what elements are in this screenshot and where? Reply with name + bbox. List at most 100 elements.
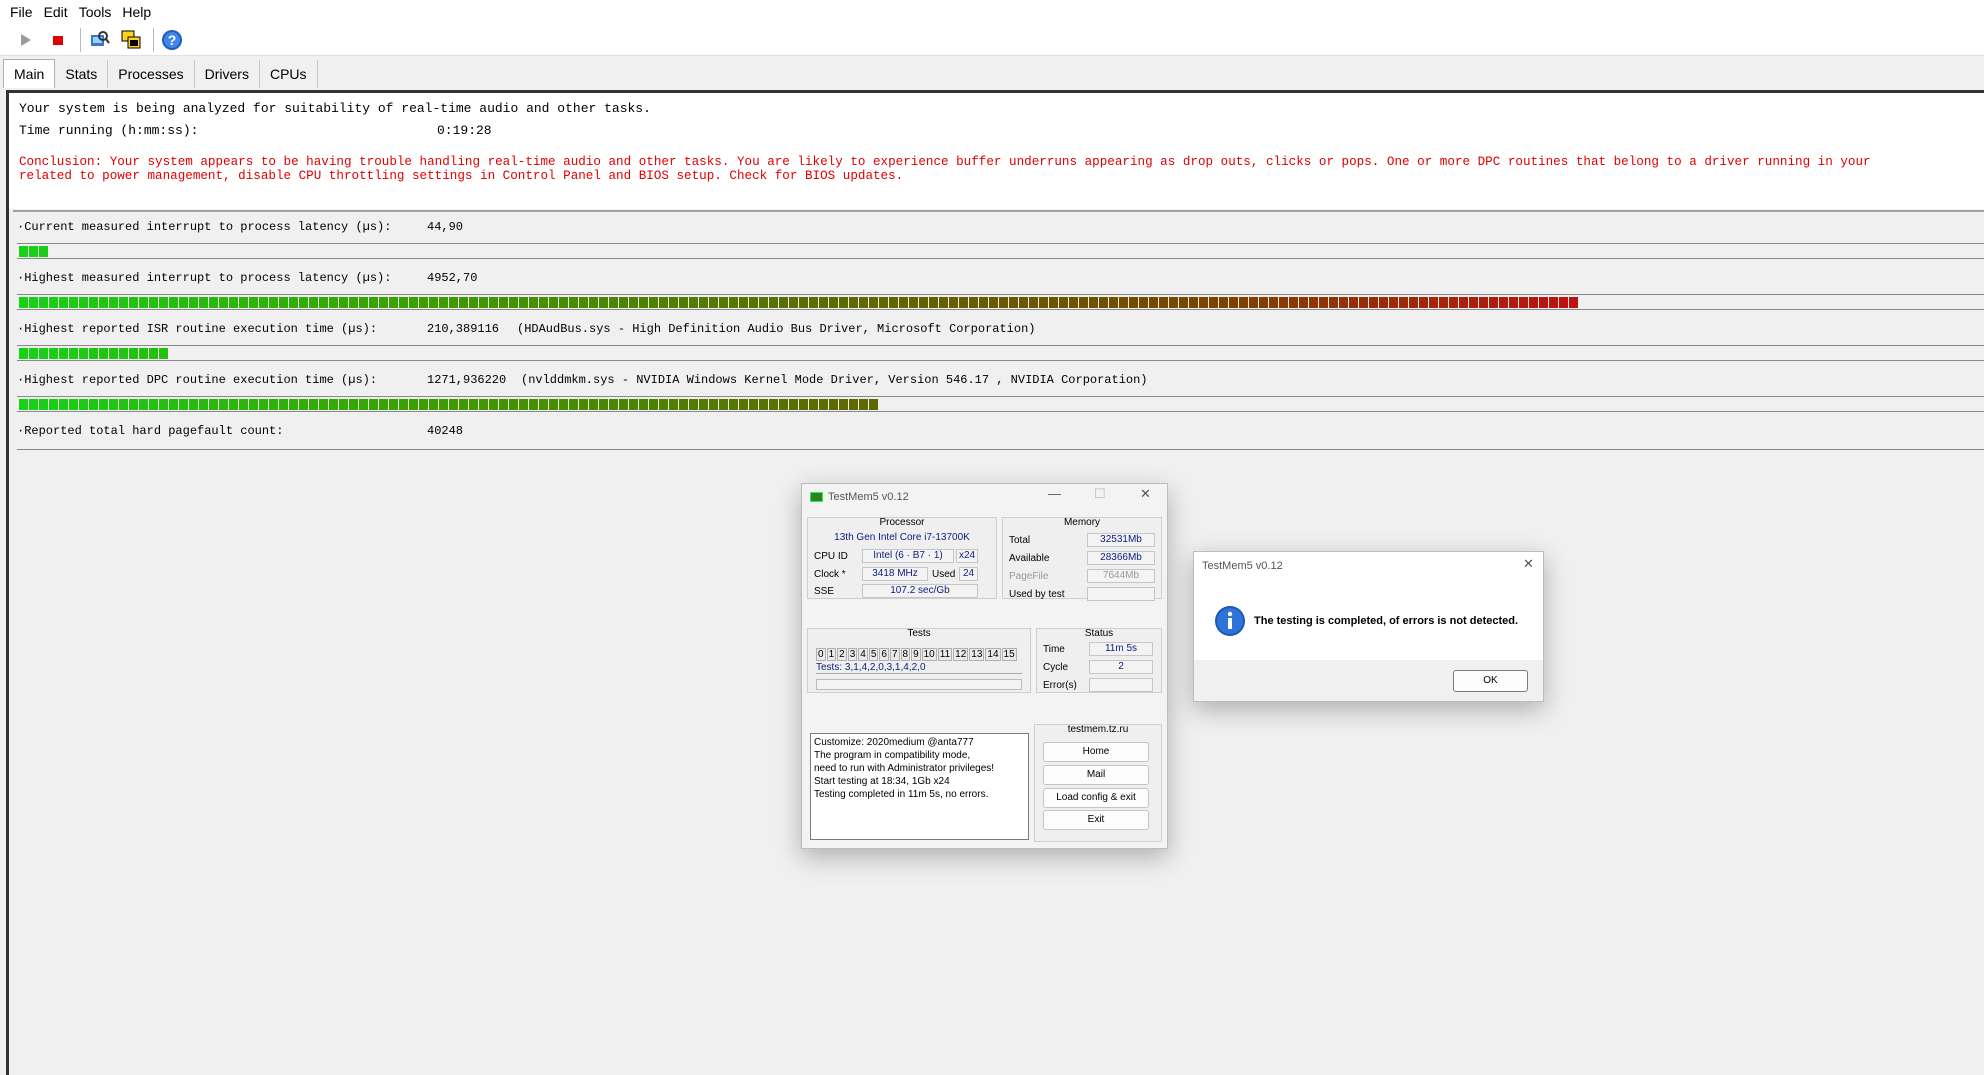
bar-segment [1109, 297, 1118, 308]
bar-segment [809, 297, 818, 308]
bar-segment [1159, 297, 1168, 308]
bar-segment [199, 399, 208, 410]
bar-segment [499, 399, 508, 410]
exit-button[interactable]: Exit [1043, 810, 1149, 830]
bar-segment [89, 348, 98, 359]
bar-segment [689, 399, 698, 410]
bar-segment [559, 297, 568, 308]
clock-value: 3418 MHz [862, 567, 928, 581]
play-icon[interactable] [14, 28, 38, 52]
test-number-cell: 8 [900, 648, 911, 661]
bar-segment [29, 246, 38, 257]
bar-segment [79, 399, 88, 410]
bar-segment [469, 297, 478, 308]
bar-segment [79, 297, 88, 308]
status-heading: Status [1084, 628, 1114, 639]
log-box[interactable]: Customize: 2020medium @anta777 The progr… [810, 733, 1029, 840]
testmem-titlebar: TestMem5 v0.12 [802, 484, 1167, 510]
bar-segment [739, 297, 748, 308]
bar-segment [1239, 297, 1248, 308]
test-number-cell: 10 [921, 648, 937, 661]
ok-button[interactable]: OK [1453, 670, 1528, 692]
site-group: testmem.tz.ru Home Mail Load config & ex… [1034, 724, 1162, 842]
completion-dialog: TestMem5 v0.12 ✕ The testing is complete… [1193, 551, 1544, 702]
bar-segment [379, 297, 388, 308]
bar-segment [899, 297, 908, 308]
analyze-icon[interactable] [87, 28, 111, 52]
bar-segment [1479, 297, 1488, 308]
bar-segment [859, 399, 868, 410]
tab-drivers[interactable]: Drivers [195, 60, 260, 88]
memory-heading: Memory [1063, 517, 1101, 528]
bar-segment [149, 297, 158, 308]
latency-bar [17, 345, 1984, 361]
pagefile-value: 7644Mb [1087, 569, 1155, 583]
menu-tools[interactable]: Tools [79, 4, 112, 20]
tab-stats[interactable]: Stats [55, 60, 109, 88]
windows-icon[interactable] [119, 28, 143, 52]
bar-segment [179, 399, 188, 410]
processor-group: Processor 13th Gen Intel Core i7-13700K … [807, 517, 997, 599]
bar-segment [469, 399, 478, 410]
bar-segment [299, 297, 308, 308]
bar-segment [959, 297, 968, 308]
testmem-window: TestMem5 v0.12 — ☐ ✕ Processor 13th Gen … [801, 483, 1168, 849]
bar-segment [99, 297, 108, 308]
bar-segment [739, 399, 748, 410]
bar-segment [759, 297, 768, 308]
bar-segment [799, 399, 808, 410]
bar-segment [409, 297, 418, 308]
bar-segment [729, 297, 738, 308]
bar-segment [429, 297, 438, 308]
bar-segment [549, 297, 558, 308]
stop-icon[interactable] [46, 28, 70, 52]
bar-segment [439, 399, 448, 410]
bar-segment [789, 399, 798, 410]
bar-segment [29, 348, 38, 359]
bar-segment [599, 399, 608, 410]
bar-segment [369, 399, 378, 410]
bar-segment [659, 399, 668, 410]
bar-segment [889, 297, 898, 308]
menu-help[interactable]: Help [122, 4, 151, 20]
bar-segment [849, 399, 858, 410]
bar-segment [439, 297, 448, 308]
bar-segment [59, 399, 68, 410]
close-icon[interactable]: ✕ [1140, 486, 1151, 502]
mail-button[interactable]: Mail [1043, 765, 1149, 785]
bar-segment [549, 399, 558, 410]
bar-segment [1039, 297, 1048, 308]
bar-segment [699, 297, 708, 308]
status-cycle-label: Cycle [1043, 662, 1069, 673]
bar-segment [1209, 297, 1218, 308]
tab-processes[interactable]: Processes [108, 60, 195, 88]
bar-segment [759, 399, 768, 410]
close-icon[interactable]: ✕ [1523, 556, 1534, 572]
bar-segment [139, 297, 148, 308]
bar-segment [479, 297, 488, 308]
bar-segment [89, 297, 98, 308]
bar-segment [239, 297, 248, 308]
menu-edit[interactable]: Edit [44, 4, 68, 20]
bar-segment [699, 399, 708, 410]
bar-segment [769, 399, 778, 410]
tab-main[interactable]: Main [3, 59, 56, 88]
load-config-exit-button[interactable]: Load config & exit [1043, 788, 1149, 808]
test-number-cell: 7 [889, 648, 900, 661]
home-button[interactable]: Home [1043, 742, 1149, 762]
bar-segment [909, 297, 918, 308]
bar-segment [49, 348, 58, 359]
bar-segment [289, 399, 298, 410]
bar-segment [149, 348, 158, 359]
bar-segment [1079, 297, 1088, 308]
bar-segment [1419, 297, 1428, 308]
bar-segment [429, 399, 438, 410]
bar-segment [319, 399, 328, 410]
bar-segment [179, 297, 188, 308]
bar-segment [1279, 297, 1288, 308]
tab-cpus[interactable]: CPUs [260, 60, 318, 88]
help-icon[interactable]: ? [160, 28, 184, 52]
menu-file[interactable]: File [10, 4, 33, 20]
minimize-icon[interactable]: — [1048, 486, 1061, 501]
bar-segment [829, 399, 838, 410]
